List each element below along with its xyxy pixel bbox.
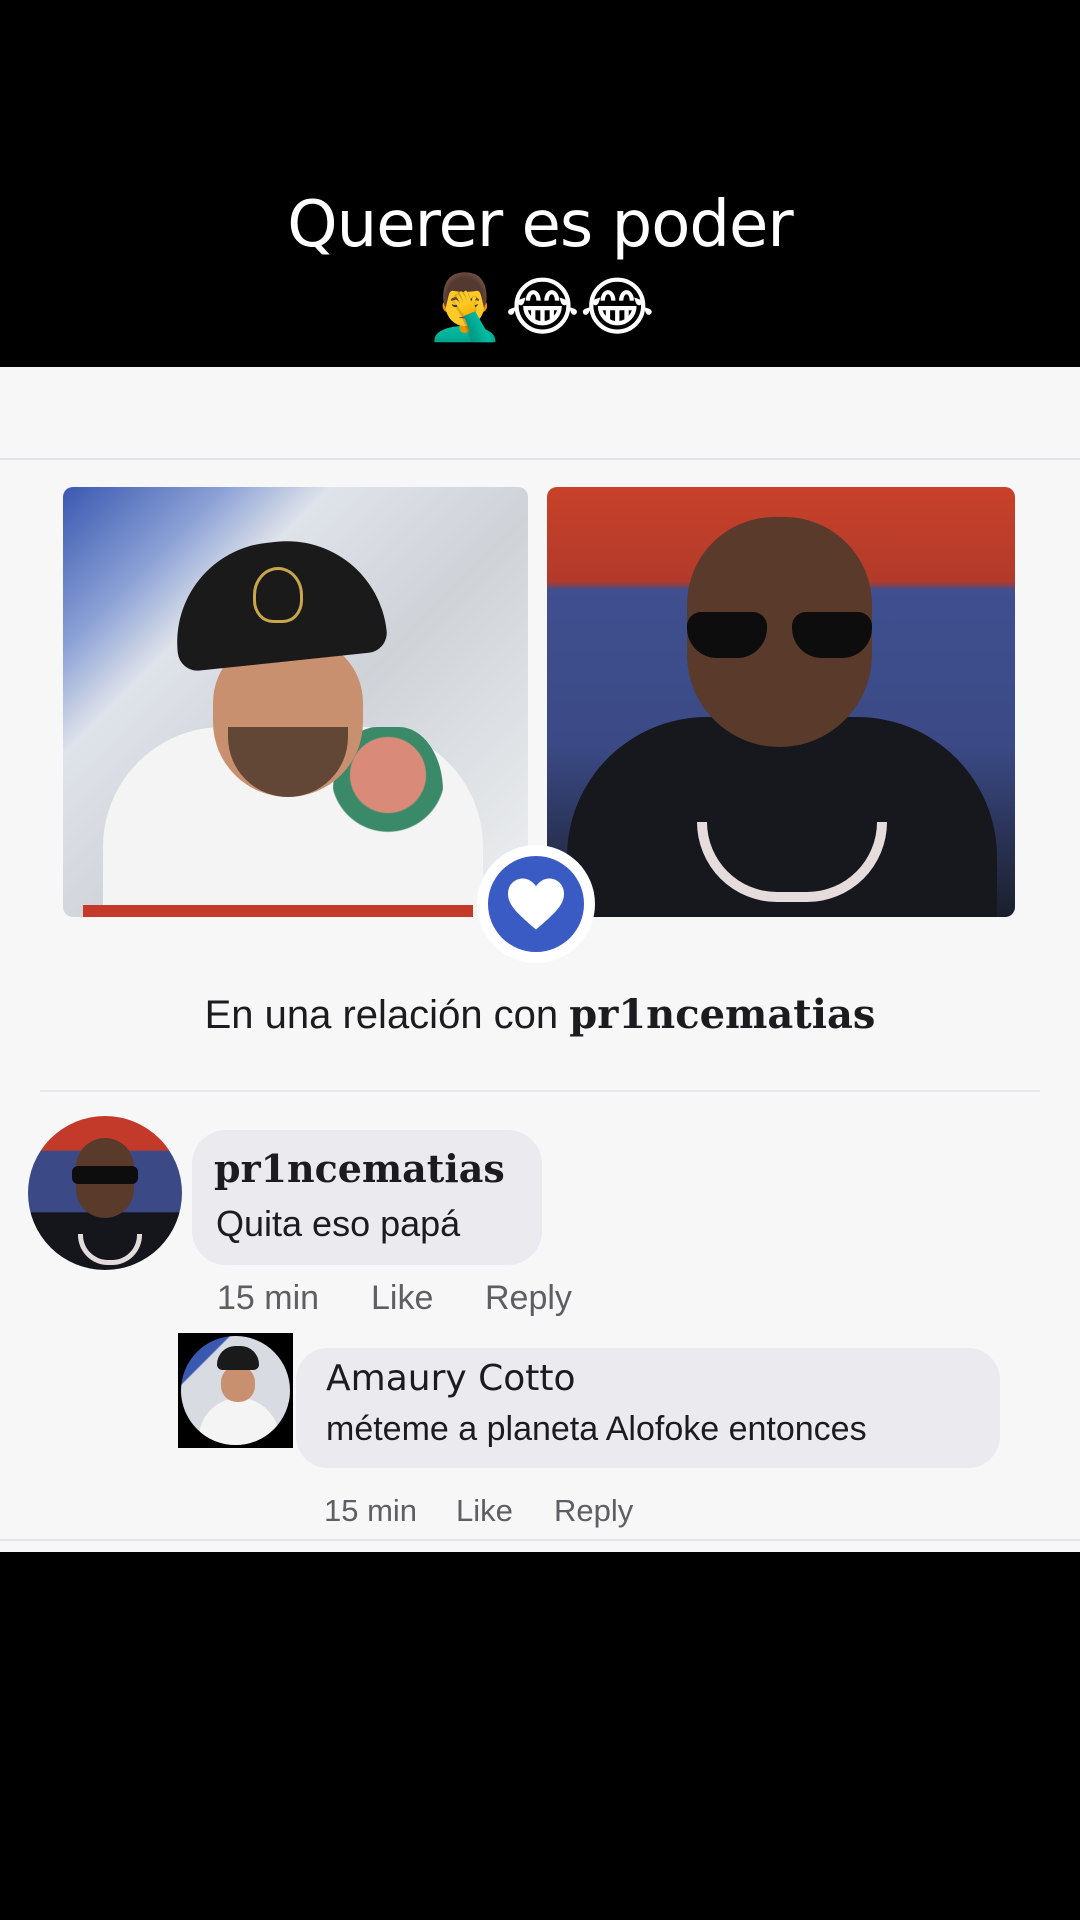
- comment-bubble: Amaury Cotto méteme a planeta Alofoke en…: [296, 1348, 1000, 1468]
- relationship-partner-link[interactable]: pr1ncematias: [569, 991, 875, 1038]
- divider: [0, 458, 1080, 460]
- relationship-status: En una relación con pr1ncematias: [0, 991, 1080, 1038]
- video-caption: Querer es poder 🤦‍♂️😂😂: [0, 185, 1080, 347]
- comment-bubble: pr1ncematias Quita eso papá: [192, 1130, 542, 1265]
- profile-photo-left[interactable]: [63, 487, 528, 917]
- comment-text: Quita eso papá: [216, 1203, 461, 1244]
- facebook-post-screenshot: En una relación con pr1ncematias pr1ncem…: [0, 367, 1080, 1552]
- reply-button[interactable]: Reply: [554, 1493, 633, 1529]
- comment-author[interactable]: pr1ncematias: [214, 1146, 505, 1191]
- heart-icon: [508, 878, 564, 930]
- profile-photo-right[interactable]: [547, 487, 1015, 917]
- comment-timestamp[interactable]: 15 min: [324, 1493, 417, 1529]
- avatar[interactable]: [178, 1333, 293, 1448]
- reply-button[interactable]: Reply: [485, 1279, 572, 1318]
- divider: [0, 1539, 1080, 1541]
- comment-timestamp[interactable]: 15 min: [217, 1279, 319, 1318]
- caption-title: Querer es poder: [287, 188, 793, 262]
- relationship-prefix: En una relación con: [204, 993, 570, 1037]
- like-button[interactable]: Like: [456, 1493, 513, 1529]
- comment-author[interactable]: Amaury Cotto: [326, 1358, 576, 1399]
- avatar[interactable]: [28, 1116, 182, 1270]
- divider: [40, 1090, 1040, 1092]
- caption-emojis: 🤦‍♂️😂😂: [425, 271, 655, 343]
- like-button[interactable]: Like: [371, 1279, 433, 1318]
- comment-text: méteme a planeta Alofoke entonces: [326, 1410, 867, 1448]
- relationship-badge: [477, 845, 595, 963]
